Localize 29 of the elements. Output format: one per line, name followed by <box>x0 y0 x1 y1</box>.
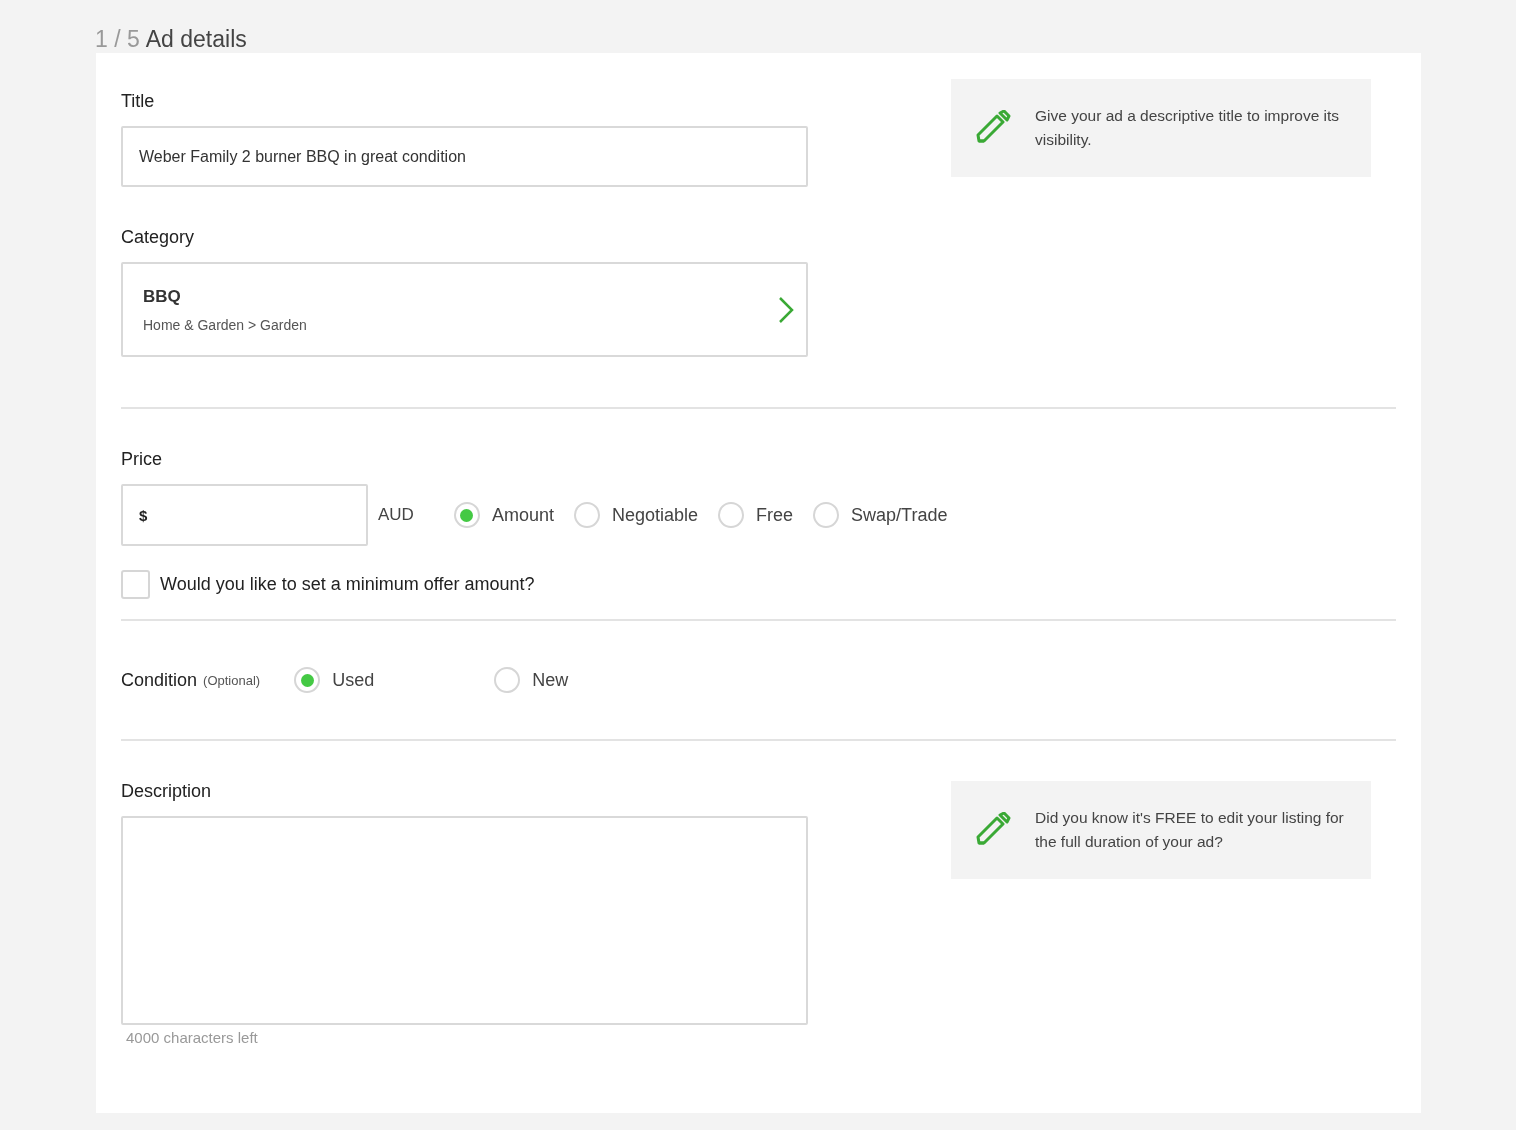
field-label: Price <box>121 449 163 470</box>
pencil-icon <box>975 812 1011 848</box>
field-label: Title <box>121 91 156 112</box>
checkbox[interactable] <box>121 570 150 599</box>
pencil-icon <box>975 110 1011 146</box>
category-selector[interactable]: BBQ Home & Garden > Garden <box>121 262 808 357</box>
radio-option[interactable]: Amount <box>453 502 554 528</box>
title-input[interactable]: Weber Family 2 burner BBQ in great condition <box>121 126 808 187</box>
character-counter: 4000 characters left <box>125 1029 259 1046</box>
category-name: BBQ <box>143 286 182 307</box>
radio-option[interactable]: Negotiable <box>573 502 698 528</box>
currency-label: AUD <box>378 505 414 525</box>
page-title: Ad details <box>145 26 247 52</box>
price-input[interactable]: $ <box>121 484 368 546</box>
chevron-right-icon <box>778 295 794 324</box>
category-path: Home & Garden > Garden <box>143 316 307 333</box>
radio-option[interactable]: Used <box>294 667 495 693</box>
checkbox-label: Would you like to set a minimum offer amount? <box>160 574 535 595</box>
field-label: Category <box>121 227 196 248</box>
radio-option[interactable]: New <box>494 667 695 693</box>
description-textarea[interactable] <box>121 816 808 1025</box>
tip-text: Did you know it's FREE to edit your listing for the full duration of your ad? <box>1035 808 1345 852</box>
step-counter: 1 / 5 <box>95 26 140 52</box>
optional-note: (Optional) <box>203 672 261 688</box>
tip-text: Give your ad a descriptive title to improve its visibility. <box>1035 106 1341 150</box>
field-label: Description <box>121 781 213 802</box>
radio-option[interactable]: Free <box>718 502 794 528</box>
radio-option[interactable]: Swap/Trade <box>813 502 948 528</box>
field-label: Condition <box>121 669 198 691</box>
